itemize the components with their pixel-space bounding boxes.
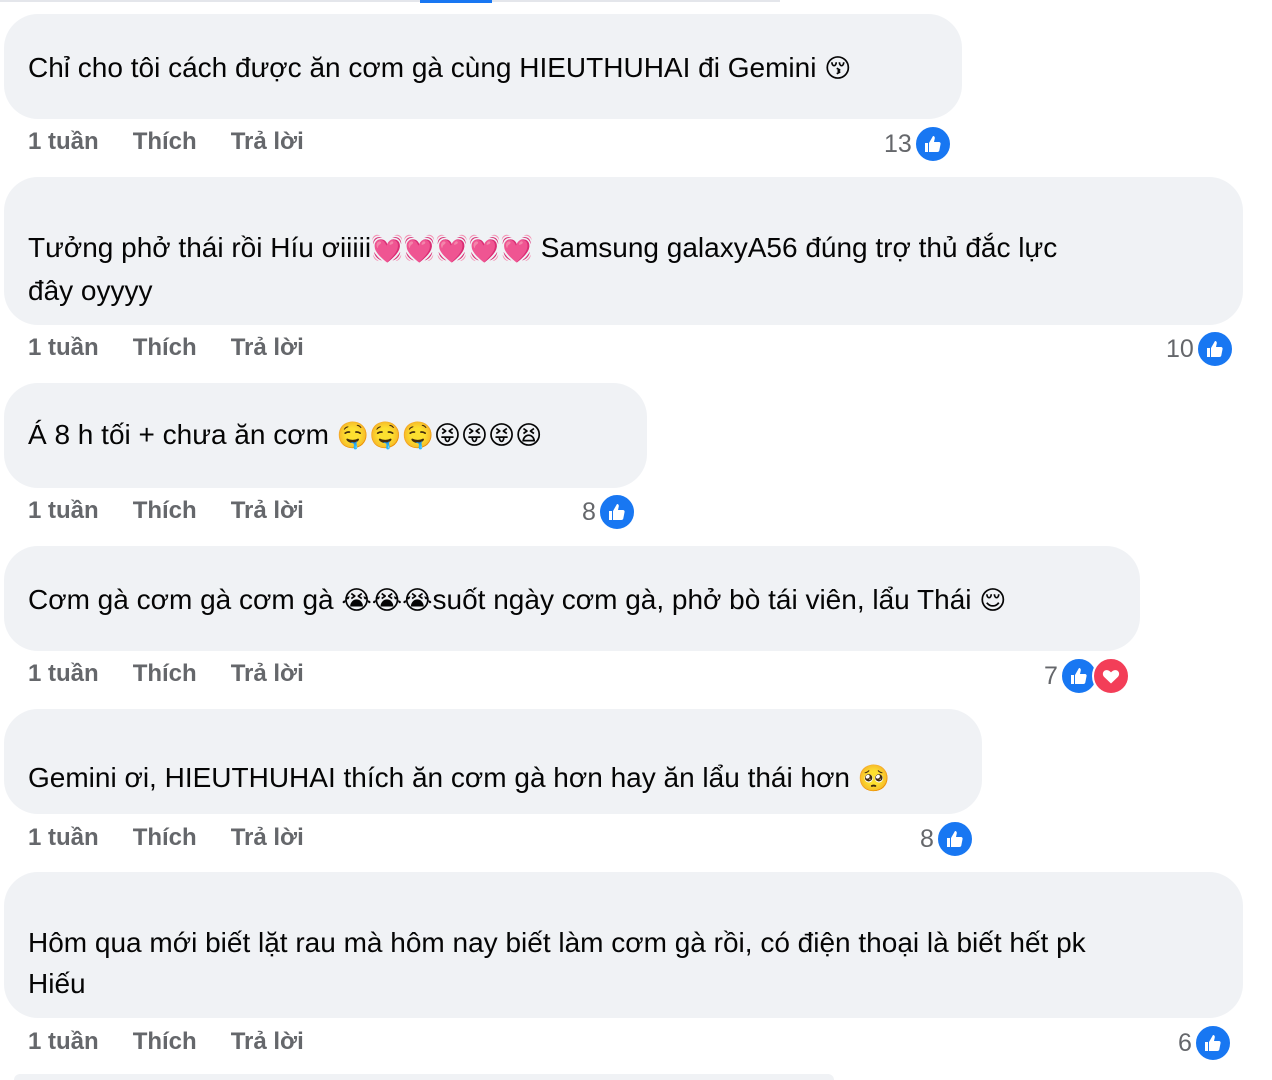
comment-text: Chỉ cho tôi cách được ăn cơm gà cùng HIE… bbox=[28, 52, 852, 84]
like-button[interactable]: Thích bbox=[133, 497, 197, 525]
emoji: 😌 bbox=[979, 586, 1007, 616]
reaction-summary[interactable]: 8 bbox=[920, 820, 974, 858]
comment-time[interactable]: 1 tuần bbox=[28, 334, 99, 362]
comment-bubble: Cơm gà cơm gà cơm gà 😭😭😭suốt ngày cơm gà… bbox=[4, 546, 1140, 651]
comment-bubble: Gemini ơi, HIEUTHUHAI thích ăn cơm gà hơ… bbox=[4, 709, 982, 814]
comment-time[interactable]: 1 tuần bbox=[28, 824, 99, 852]
comment-bubble: Tưởng phở thái rồi Híu ơiiiii💓💓💓💓💓 Samsu… bbox=[4, 177, 1243, 325]
reaction-count: 8 bbox=[920, 824, 934, 853]
reaction-count: 8 bbox=[582, 497, 596, 526]
comment-bubble: Hôm qua mới biết lặt rau mà hôm nay biết… bbox=[4, 872, 1243, 1018]
reaction-count: 7 bbox=[1044, 661, 1058, 690]
like-icon bbox=[913, 125, 952, 163]
reaction-count: 13 bbox=[884, 129, 912, 158]
comment-time[interactable]: 1 tuần bbox=[28, 1028, 99, 1056]
reply-button[interactable]: Trả lời bbox=[231, 824, 304, 852]
comment-text: Gemini ơi, HIEUTHUHAI thích ăn cơm gà hơ… bbox=[28, 762, 891, 794]
reply-button[interactable]: Trả lời bbox=[231, 1028, 304, 1056]
reply-button[interactable]: Trả lời bbox=[231, 660, 304, 688]
comment-actions: 1 tuần Thích Trả lời bbox=[28, 1028, 304, 1056]
reaction-summary[interactable]: 13 bbox=[884, 125, 952, 163]
reaction-summary[interactable]: 7 bbox=[1044, 657, 1130, 695]
comment-actions: 1 tuần Thích Trả lời bbox=[28, 824, 304, 852]
like-button[interactable]: Thích bbox=[133, 824, 197, 852]
top-divider bbox=[0, 0, 780, 2]
emoji: 🥺 bbox=[857, 764, 891, 794]
reaction-count: 10 bbox=[1166, 334, 1194, 363]
emoji: 😚 bbox=[824, 54, 852, 84]
reaction-count: 6 bbox=[1178, 1028, 1192, 1057]
next-comment-bubble-edge bbox=[14, 1074, 834, 1080]
like-button[interactable]: Thích bbox=[133, 660, 197, 688]
comment-text: Cơm gà cơm gà cơm gà 😭😭😭suốt ngày cơm gà… bbox=[28, 584, 1007, 616]
love-icon bbox=[1091, 657, 1130, 695]
reply-button[interactable]: Trả lời bbox=[231, 497, 304, 525]
emoji: 🤤🤤🤤😝😝😝😫 bbox=[336, 421, 543, 451]
comment-text: Tưởng phở thái rồi Híu ơiiiii💓💓💓💓💓 Samsu… bbox=[28, 232, 1058, 264]
like-icon bbox=[597, 493, 636, 531]
comment-actions: 1 tuần Thích Trả lời bbox=[28, 497, 304, 525]
like-icon bbox=[1193, 1024, 1232, 1062]
like-icon bbox=[1195, 330, 1234, 368]
comment-actions: 1 tuần Thích Trả lời bbox=[28, 660, 304, 688]
comment-text: Hôm qua mới biết lặt rau mà hôm nay biết… bbox=[28, 927, 1086, 958]
like-button[interactable]: Thích bbox=[133, 334, 197, 362]
reaction-summary[interactable]: 6 bbox=[1178, 1024, 1232, 1062]
comment-bubble: Chỉ cho tôi cách được ăn cơm gà cùng HIE… bbox=[4, 14, 962, 119]
emoji: 💓💓💓💓💓 bbox=[371, 234, 533, 264]
reply-button[interactable]: Trả lời bbox=[231, 334, 304, 362]
like-button[interactable]: Thích bbox=[133, 128, 197, 156]
comment-time[interactable]: 1 tuần bbox=[28, 660, 99, 688]
emoji: 😭😭😭 bbox=[341, 586, 433, 616]
like-button[interactable]: Thích bbox=[133, 1028, 197, 1056]
comment-actions: 1 tuần Thích Trả lời bbox=[28, 128, 304, 156]
reaction-summary[interactable]: 8 bbox=[582, 493, 636, 531]
comment-text: Á 8 h tối + chưa ăn cơm 🤤🤤🤤😝😝😝😫 bbox=[28, 419, 543, 451]
top-tab-indicator bbox=[420, 0, 492, 3]
comment-bubble: Á 8 h tối + chưa ăn cơm 🤤🤤🤤😝😝😝😫 bbox=[4, 383, 647, 488]
reply-button[interactable]: Trả lời bbox=[231, 128, 304, 156]
comment-actions: 1 tuần Thích Trả lời bbox=[28, 334, 304, 362]
like-icon bbox=[935, 820, 974, 858]
comment-time[interactable]: 1 tuần bbox=[28, 128, 99, 156]
comment-time[interactable]: 1 tuần bbox=[28, 497, 99, 525]
reaction-summary[interactable]: 10 bbox=[1166, 330, 1234, 368]
